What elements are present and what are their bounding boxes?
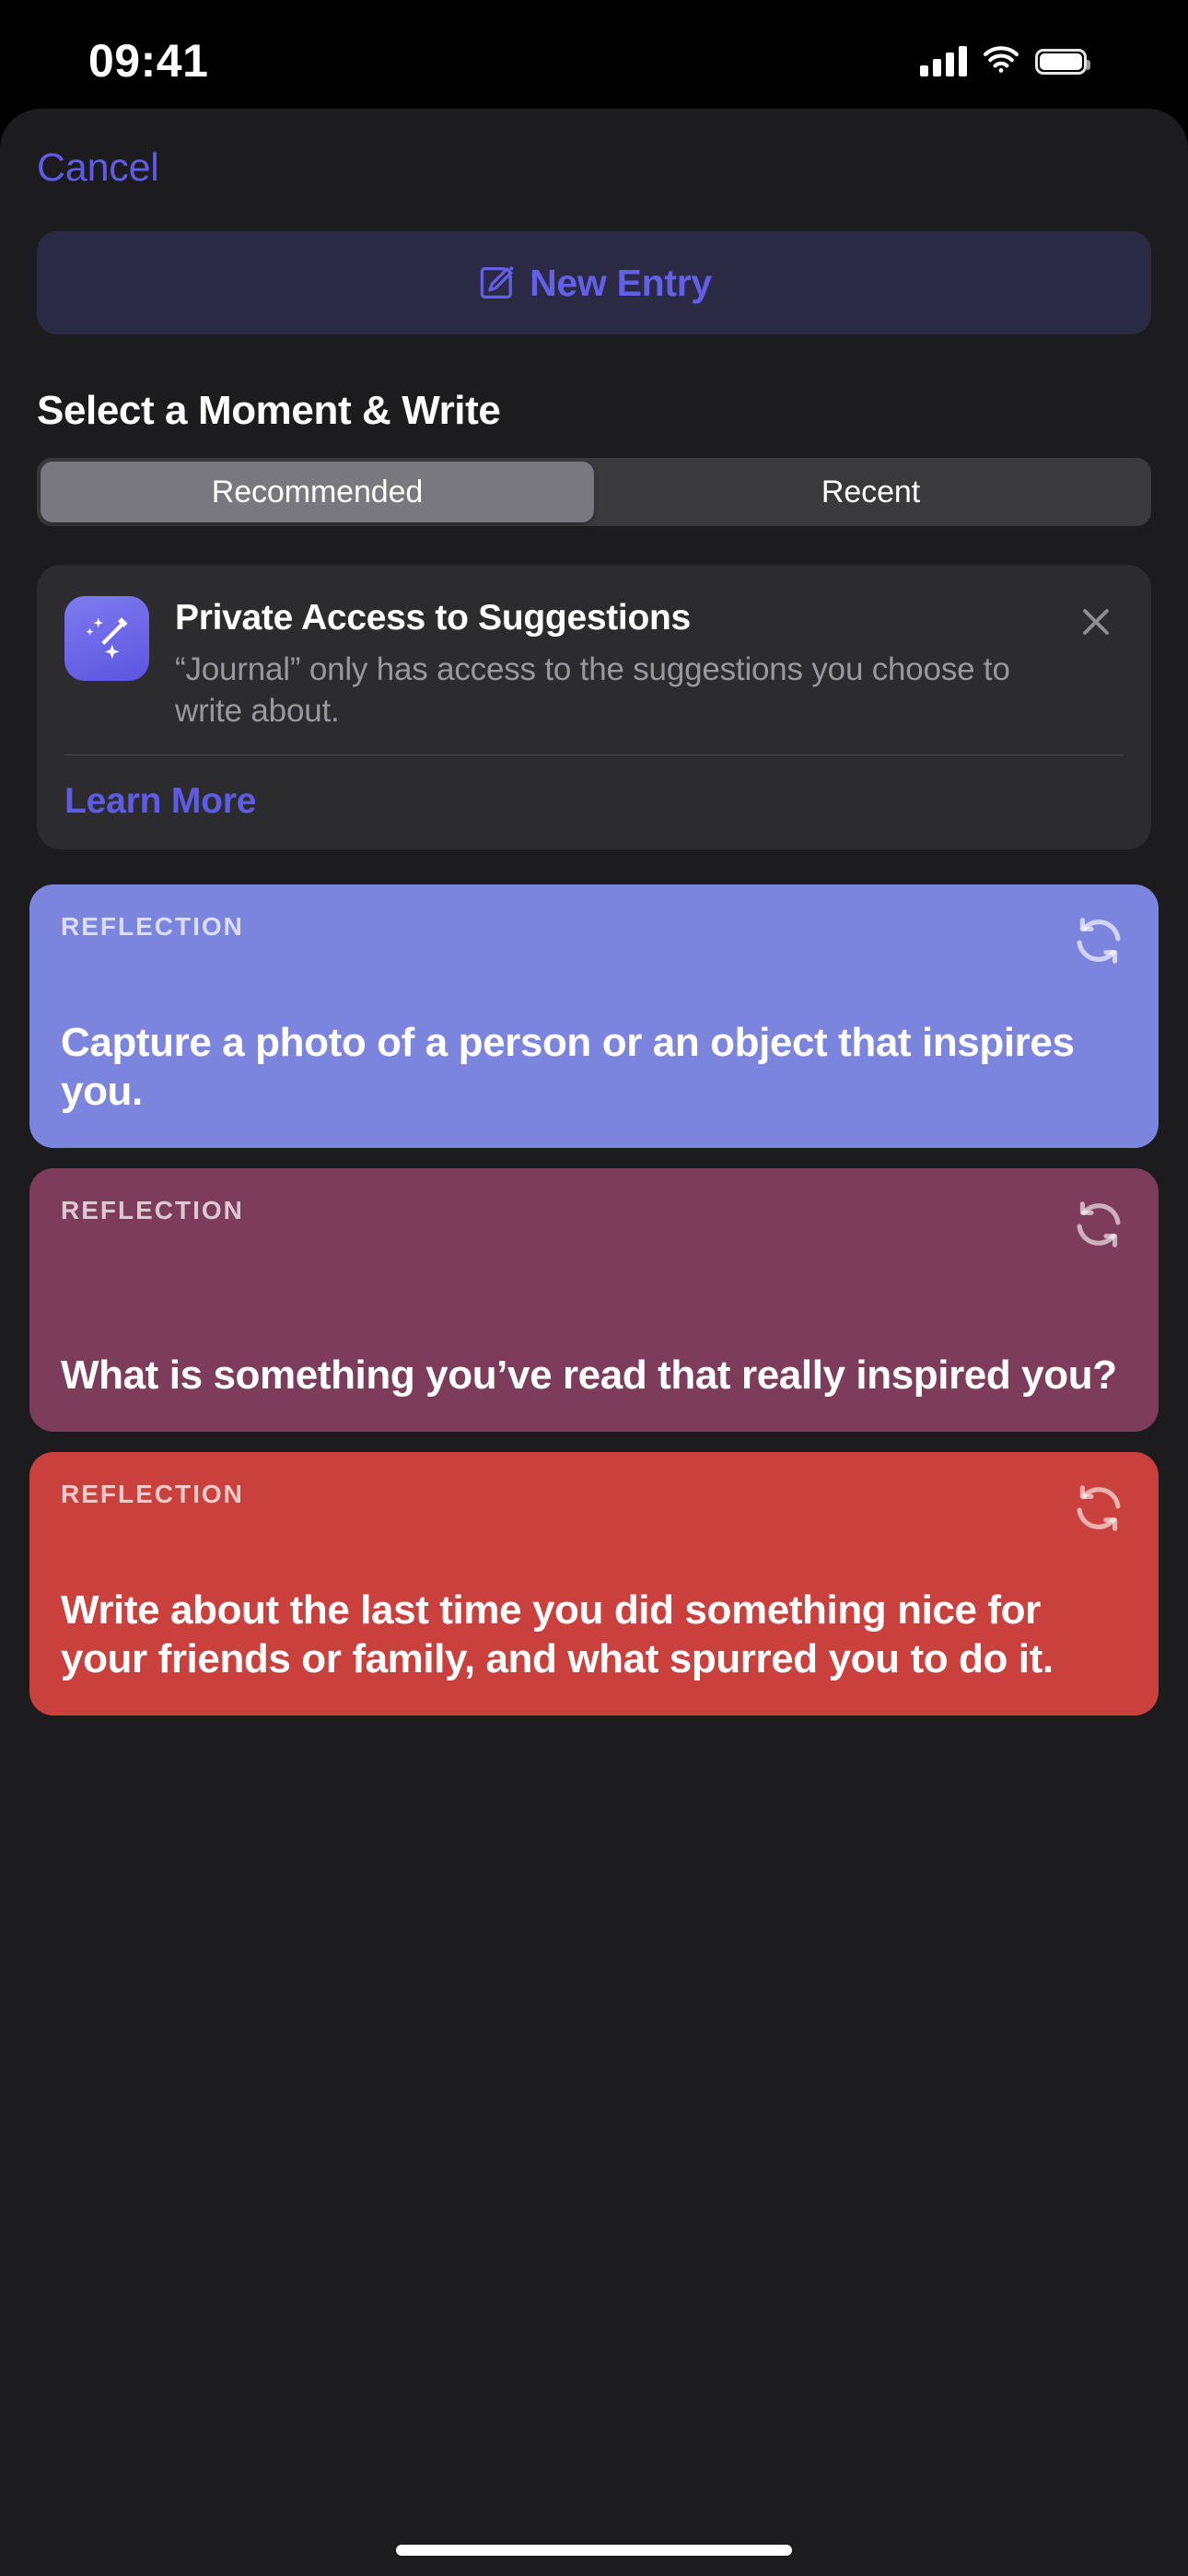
phone-screen: 09:41 Cancel New Entry Select a Moment &…: [0, 0, 1188, 2576]
new-entry-label: New Entry: [530, 261, 712, 304]
refresh-icon[interactable]: [1070, 1196, 1127, 1253]
status-time: 09:41: [88, 35, 209, 87]
status-bar: 09:41: [0, 0, 1188, 109]
status-indicators: [920, 45, 1090, 78]
learn-more-button[interactable]: Learn More: [64, 755, 256, 849]
private-access-text: Private Access to Suggestions “Journal” …: [175, 596, 1050, 732]
square-and-pencil-icon: [476, 263, 517, 303]
refresh-icon[interactable]: [1070, 1480, 1127, 1537]
private-access-body: “Journal” only has access to the suggest…: [175, 650, 1010, 730]
card-kicker: REFLECTION: [61, 911, 244, 941]
magic-wand-sparkles-icon: [64, 596, 149, 681]
cellular-bars-icon: [920, 46, 967, 76]
card-kicker: REFLECTION: [61, 1195, 244, 1224]
close-icon[interactable]: [1076, 598, 1124, 646]
moment-segmented-control[interactable]: Recommended Recent: [37, 458, 1151, 526]
suggestion-card-list: REFLECTION Capture a photo of a person o…: [29, 884, 1159, 1715]
wifi-icon: [984, 45, 1019, 78]
card-prompt: What is something you’ve read that reall…: [61, 1352, 1117, 1399]
sheet-header: Cancel: [0, 109, 1188, 191]
section-title: Select a Moment & Write: [37, 388, 501, 433]
suggestion-card[interactable]: REFLECTION Capture a photo of a person o…: [29, 884, 1159, 1148]
card-header: REFLECTION: [61, 912, 1127, 969]
card-header: REFLECTION: [61, 1480, 1127, 1537]
refresh-icon[interactable]: [1070, 912, 1127, 969]
private-access-title: Private Access to Suggestions: [175, 598, 691, 638]
private-access-header: Private Access to Suggestions “Journal” …: [64, 596, 1124, 732]
private-access-card: Private Access to Suggestions “Journal” …: [37, 565, 1151, 849]
journal-sheet: Cancel New Entry Select a Moment & Write…: [0, 109, 1188, 2576]
card-kicker: REFLECTION: [61, 1479, 244, 1508]
suggestion-card[interactable]: REFLECTION What is something you’ve read…: [29, 1167, 1159, 1432]
battery-icon: [1035, 49, 1090, 75]
new-entry-button[interactable]: New Entry: [37, 231, 1151, 334]
card-header: REFLECTION: [61, 1196, 1127, 1253]
segment-recent[interactable]: Recent: [594, 462, 1147, 522]
card-prompt: Capture a photo of a person or an object…: [61, 1019, 1075, 1115]
segment-recommended[interactable]: Recommended: [41, 462, 594, 522]
cancel-button[interactable]: Cancel: [37, 146, 159, 191]
card-prompt: Write about the last time you did someth…: [61, 1587, 1054, 1682]
home-indicator[interactable]: [396, 2545, 792, 2556]
suggestion-card[interactable]: REFLECTION Write about the last time you…: [29, 1451, 1159, 1715]
